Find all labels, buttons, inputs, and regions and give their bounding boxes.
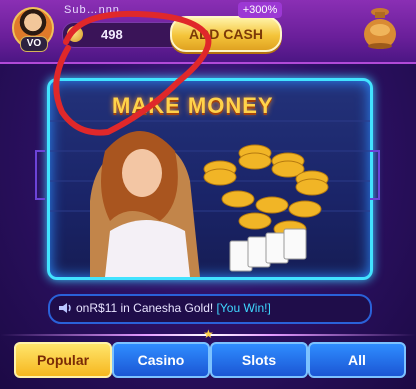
treasure-pot-icon[interactable]	[362, 6, 398, 50]
ticker-text: onR$11 in Canesha Gold! [You Win!]	[76, 301, 271, 315]
ticker-win-label: [You Win!]	[216, 301, 271, 315]
speaker-icon	[59, 303, 71, 313]
bonus-badge: +300%	[238, 2, 282, 18]
balance-value: 498	[101, 27, 123, 42]
left-bracket	[35, 150, 45, 200]
right-bracket	[370, 150, 380, 200]
tab-popular[interactable]: Popular	[14, 342, 112, 378]
tab-slots[interactable]: Slots	[210, 342, 308, 378]
add-cash-button[interactable]: ADD CASH	[170, 16, 282, 52]
balance-display: 498	[62, 22, 184, 48]
add-cash-label: ADD CASH	[189, 26, 263, 42]
coin-icon	[67, 26, 83, 42]
vip-badge: VO	[20, 36, 48, 52]
ticker-message: onR$11 in Canesha Gold!	[76, 301, 214, 315]
winner-ticker: onR$11 in Canesha Gold! [You Win!]	[48, 294, 372, 324]
top-bar: VO Sub…nnn… 498 ADD CASH +300%	[0, 0, 416, 64]
promo-banner[interactable]: MAKE MONEY	[47, 78, 373, 280]
star-icon: ★	[203, 327, 214, 341]
tab-casino[interactable]: Casino	[112, 342, 210, 378]
banner-title: MAKE MONEY	[112, 93, 274, 118]
tab-all[interactable]: All	[308, 342, 406, 378]
username: Sub…nnn…	[64, 4, 132, 16]
